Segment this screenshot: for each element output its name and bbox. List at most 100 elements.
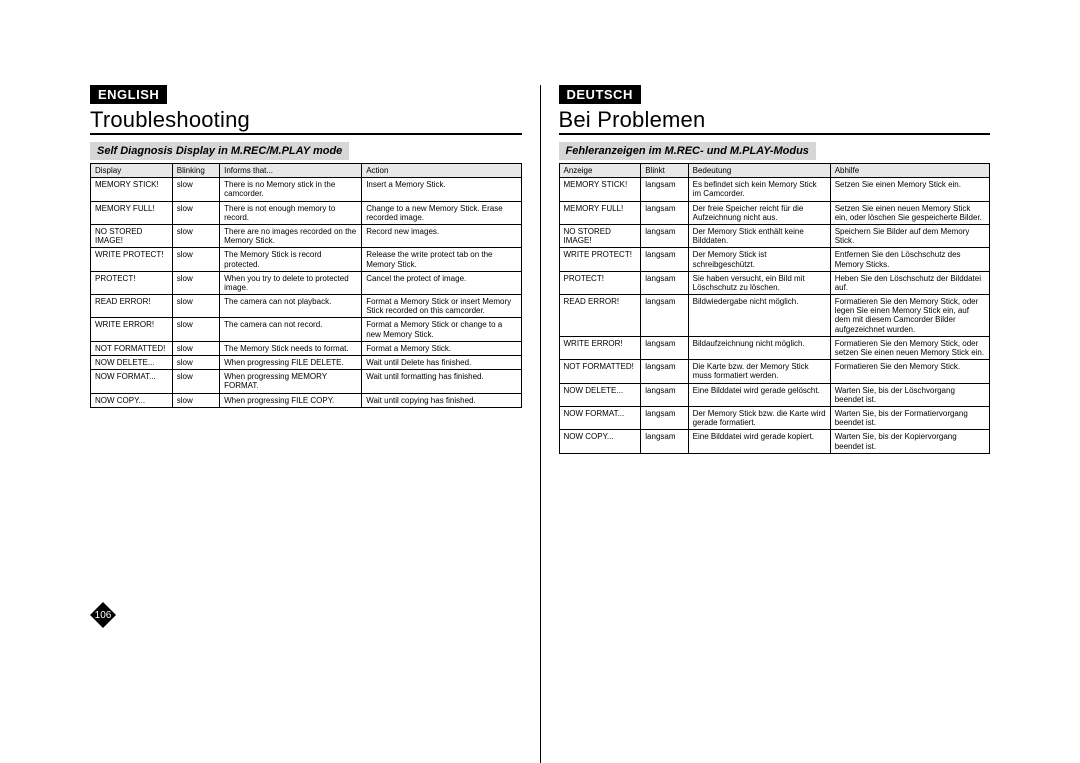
table-cell: The Memory Stick needs to format.	[220, 341, 362, 355]
table-cell: slow	[172, 341, 219, 355]
table-row: MEMORY FULL!langsamDer freie Speicher re…	[559, 201, 990, 224]
table-row: WRITE PROTECT!langsamDer Memory Stick is…	[559, 248, 990, 271]
table-cell: The camera can not record.	[220, 318, 362, 341]
table-cell: Formatieren Sie den Memory Stick.	[830, 360, 989, 383]
table-cell: langsam	[641, 271, 688, 294]
table-cell: NOW COPY...	[559, 430, 641, 453]
table-cell: PROTECT!	[559, 271, 641, 294]
table-cell: Change to a new Memory Stick. Erase reco…	[362, 201, 521, 224]
subtitle-deutsch: Fehleranzeigen im M.REC- und M.PLAY-Modu…	[559, 142, 816, 160]
table-cell: Insert a Memory Stick.	[362, 178, 521, 201]
th-blinking: Blinking	[172, 164, 219, 178]
table-cell: Der Memory Stick bzw. die Karte wird ger…	[688, 406, 830, 429]
table-cell: Heben Sie den Löschschutz der Bilddatei …	[830, 271, 989, 294]
table-row: MEMORY STICK!langsamEs befindet sich kei…	[559, 178, 990, 201]
table-row: NOT FORMATTED!slowThe Memory Stick needs…	[91, 341, 522, 355]
table-cell: slow	[172, 393, 219, 407]
table-cell: Record new images.	[362, 224, 521, 247]
th-action: Action	[362, 164, 521, 178]
table-cell: langsam	[641, 383, 688, 406]
table-cell: langsam	[641, 360, 688, 383]
page-number-text: 106	[95, 610, 112, 621]
table-cell: MEMORY STICK!	[559, 178, 641, 201]
table-cell: Setzen Sie einen Memory Stick ein.	[830, 178, 989, 201]
table-row: NO STORED IMAGE!langsamDer Memory Stick …	[559, 224, 990, 247]
diagnosis-table-deutsch: Anzeige Blinkt Bedeutung Abhilfe MEMORY …	[559, 163, 991, 454]
lang-badge-english: ENGLISH	[90, 85, 167, 104]
table-row: WRITE PROTECT!slowThe Memory Stick is re…	[91, 248, 522, 271]
table-row: WRITE ERROR!langsamBildaufzeichnung nich…	[559, 336, 990, 359]
table-row: NOW FORMAT...langsamDer Memory Stick bzw…	[559, 406, 990, 429]
lang-badge-deutsch: DEUTSCH	[559, 85, 641, 104]
table-cell: The Memory Stick is record protected.	[220, 248, 362, 271]
table-row: PROTECT!slowWhen you try to delete to pr…	[91, 271, 522, 294]
table-cell: Warten Sie, bis der Formatiervorgang bee…	[830, 406, 989, 429]
table-cell: WRITE PROTECT!	[91, 248, 173, 271]
page: ENGLISH Troubleshooting Self Diagnosis D…	[0, 0, 1080, 763]
diagnosis-table-english: Display Blinking Informs that... Action …	[90, 163, 522, 408]
table-row: MEMORY STICK!slowThere is no Memory stic…	[91, 178, 522, 201]
table-cell: slow	[172, 271, 219, 294]
table-cell: Wait until Delete has finished.	[362, 356, 521, 370]
th-bedeutung: Bedeutung	[688, 164, 830, 178]
table-cell: MEMORY FULL!	[559, 201, 641, 224]
table-cell: langsam	[641, 178, 688, 201]
table-cell: When progressing FILE COPY.	[220, 393, 362, 407]
table-cell: NOW COPY...	[91, 393, 173, 407]
table-cell: MEMORY FULL!	[91, 201, 173, 224]
table-cell: Wait until formatting has finished.	[362, 370, 521, 393]
table-cell: Release the write protect tab on the Mem…	[362, 248, 521, 271]
table-cell: There is no Memory stick in the camcorde…	[220, 178, 362, 201]
subtitle-english: Self Diagnosis Display in M.REC/M.PLAY m…	[90, 142, 349, 160]
table-cell: The camera can not playback.	[220, 295, 362, 318]
table-cell: NOT FORMATTED!	[91, 341, 173, 355]
table-cell: Formatieren Sie den Memory Stick, oder s…	[830, 336, 989, 359]
table-cell: slow	[172, 370, 219, 393]
table-cell: Es befindet sich kein Memory Stick im Ca…	[688, 178, 830, 201]
table-row: NOW COPY...slowWhen progressing FILE COP…	[91, 393, 522, 407]
table-row: NOW DELETE...langsamEine Bilddatei wird …	[559, 383, 990, 406]
table-row: NOW DELETE...slowWhen progressing FILE D…	[91, 356, 522, 370]
table-cell: READ ERROR!	[559, 295, 641, 337]
table-cell: langsam	[641, 224, 688, 247]
th-anzeige: Anzeige	[559, 164, 641, 178]
table-cell: Bildaufzeichnung nicht möglich.	[688, 336, 830, 359]
table-row: READ ERROR!langsamBildwiedergabe nicht m…	[559, 295, 990, 337]
table-cell: WRITE ERROR!	[559, 336, 641, 359]
left-column: ENGLISH Troubleshooting Self Diagnosis D…	[90, 85, 541, 763]
table-cell: Eine Bilddatei wird gerade kopiert.	[688, 430, 830, 453]
table-row: NOW FORMAT...slowWhen progressing MEMORY…	[91, 370, 522, 393]
table-cell: slow	[172, 318, 219, 341]
table-cell: When progressing FILE DELETE.	[220, 356, 362, 370]
table-cell: Sie haben versucht, ein Bild mit Löschsc…	[688, 271, 830, 294]
table-cell: NO STORED IMAGE!	[91, 224, 173, 247]
th-display: Display	[91, 164, 173, 178]
table-cell: Wait until copying has finished.	[362, 393, 521, 407]
table-cell: langsam	[641, 430, 688, 453]
right-column: DEUTSCH Bei Problemen Fehleranzeigen im …	[541, 85, 991, 763]
table-cell: Bildwiedergabe nicht möglich.	[688, 295, 830, 337]
table-cell: READ ERROR!	[91, 295, 173, 318]
table-cell: NO STORED IMAGE!	[559, 224, 641, 247]
table-cell: NOT FORMATTED!	[559, 360, 641, 383]
table-cell: slow	[172, 295, 219, 318]
table-cell: There is not enough memory to record.	[220, 201, 362, 224]
table-cell: langsam	[641, 406, 688, 429]
th-blinkt: Blinkt	[641, 164, 688, 178]
table-cell: Formatieren Sie den Memory Stick, oder l…	[830, 295, 989, 337]
table-cell: When you try to delete to protected imag…	[220, 271, 362, 294]
th-informs: Informs that...	[220, 164, 362, 178]
table-cell: Der Memory Stick ist schreibgeschützt.	[688, 248, 830, 271]
table-cell: Die Karte bzw. der Memory Stick muss for…	[688, 360, 830, 383]
table-cell: langsam	[641, 248, 688, 271]
table-row: NO STORED IMAGE!slowThere are no images …	[91, 224, 522, 247]
table-cell: When progressing MEMORY FORMAT.	[220, 370, 362, 393]
table-cell: Speichern Sie Bilder auf dem Memory Stic…	[830, 224, 989, 247]
table-row: READ ERROR!slowThe camera can not playba…	[91, 295, 522, 318]
table-cell: slow	[172, 356, 219, 370]
table-cell: langsam	[641, 336, 688, 359]
table-cell: Warten Sie, bis der Löschvorgang beendet…	[830, 383, 989, 406]
table-cell: slow	[172, 248, 219, 271]
table-cell: WRITE PROTECT!	[559, 248, 641, 271]
table-row: MEMORY FULL!slowThere is not enough memo…	[91, 201, 522, 224]
